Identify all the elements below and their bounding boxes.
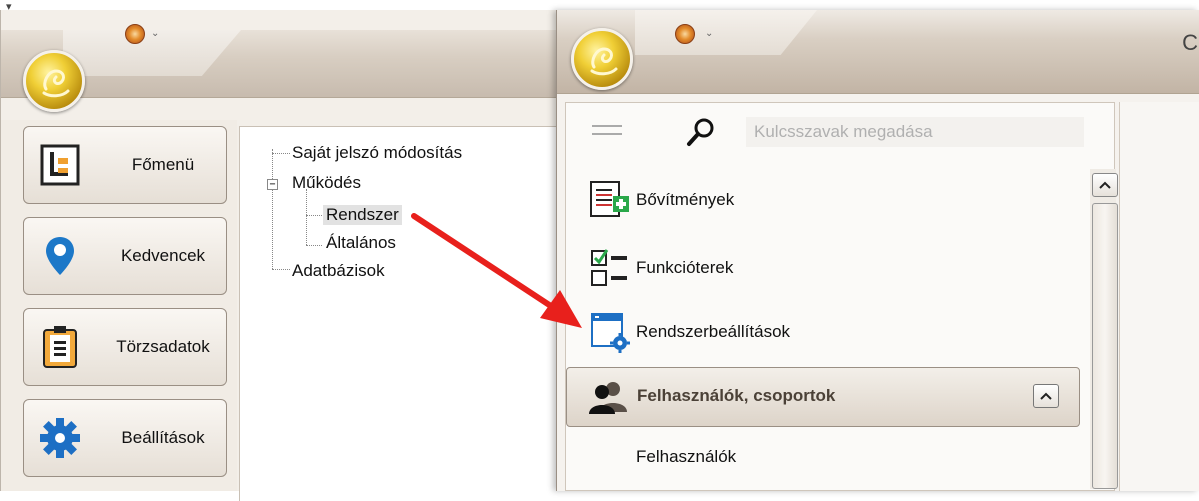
collapse-group-button[interactable] xyxy=(1033,384,1059,408)
ribbon-titlebar: ⌄ C xyxy=(557,10,1199,94)
scroll-up-button[interactable] xyxy=(1092,173,1118,197)
tree-item-adatbazisok[interactable]: Adatbázisok xyxy=(292,261,385,281)
menu-item-label: Bővítmények xyxy=(636,190,735,209)
nav-label: Főmenü xyxy=(131,155,195,174)
app-swirl-icon[interactable] xyxy=(675,24,695,44)
chevron-up-icon xyxy=(1099,181,1111,189)
menu-item-label: Funkcióterek xyxy=(636,258,734,277)
window-settings-icon xyxy=(586,308,634,356)
chevron-down-icon[interactable]: ⌄ xyxy=(705,28,713,39)
tree-collapse-toggle[interactable]: − xyxy=(267,179,278,190)
main-menu-icon xyxy=(36,141,84,189)
tree-guide xyxy=(272,153,290,154)
tree-guide xyxy=(306,189,307,245)
navigation-sidebar: Főmenü Kedvencek Törzsadatok Beállítások xyxy=(1,120,237,491)
menu-item-bovitmenyek[interactable]: Bővítmények xyxy=(586,175,734,225)
users-icon xyxy=(589,380,629,419)
nav-fomenu-button[interactable]: Főmenü xyxy=(23,126,227,204)
group-header-felhasznalok[interactable]: Felhasználók, csoportok xyxy=(566,367,1080,427)
main-window: ⌄ C Bővítmények Funkcióterek Rendszerb xyxy=(556,10,1199,491)
window-control-icon[interactable]: C xyxy=(1182,30,1198,56)
app-swirl-icon[interactable] xyxy=(125,24,145,44)
function-panel: Bővítmények Funkcióterek Rendszerbeállít… xyxy=(565,102,1118,491)
tree-guide xyxy=(272,269,290,270)
settings-window: ⌄ Főmenü Kedvencek Törzsadatok Beállítás… xyxy=(0,10,561,501)
search-icon[interactable] xyxy=(686,117,716,152)
ribbon-titlebar: ⌄ xyxy=(1,24,561,98)
nav-kedvencek-button[interactable]: Kedvencek xyxy=(23,217,227,295)
tree-guide xyxy=(306,245,322,246)
search-input[interactable] xyxy=(746,117,1084,147)
nav-torzsadatok-button[interactable]: Törzsadatok xyxy=(23,308,227,386)
tree-item-rendszer[interactable]: Rendszer xyxy=(323,205,402,225)
nav-label: Törzsadatok xyxy=(116,337,210,356)
scrollbar-thumb[interactable] xyxy=(1092,203,1118,489)
settings-tree: Saját jelszó módosítás − Működés Rendsze… xyxy=(239,126,561,501)
chevron-up-icon xyxy=(1040,392,1052,400)
submenu-item-felhasznalok[interactable]: Felhasználók xyxy=(636,447,736,467)
tree-item-jelszo[interactable]: Saját jelszó módosítás xyxy=(292,143,462,163)
extensions-icon xyxy=(586,176,634,224)
menu-item-label: Rendszerbeállítások xyxy=(636,322,791,341)
hamburger-menu-icon[interactable] xyxy=(592,125,622,141)
menu-item-rendszerbeallitasok[interactable]: Rendszerbeállítások xyxy=(586,307,790,357)
chevron-down-icon[interactable]: ⌄ xyxy=(151,28,159,39)
side-strip xyxy=(1119,102,1199,491)
menu-item-funkcioterek[interactable]: Funkcióterek xyxy=(586,243,733,293)
app-orb-button[interactable] xyxy=(571,28,633,90)
nav-label: Kedvencek xyxy=(120,246,206,265)
gear-icon xyxy=(36,414,84,462)
tree-item-altalanos[interactable]: Általános xyxy=(326,233,396,253)
checklist-icon xyxy=(586,244,634,292)
tree-guide xyxy=(272,149,273,269)
clipboard-icon xyxy=(36,323,84,371)
quick-access-tab xyxy=(635,10,817,55)
tree-guide xyxy=(306,215,322,216)
tree-item-mukodes[interactable]: Működés xyxy=(292,173,361,193)
app-orb-button[interactable] xyxy=(23,50,85,112)
nav-label: Beállítások xyxy=(121,428,205,447)
nav-beallitasok-button[interactable]: Beállítások xyxy=(23,399,227,477)
map-pin-icon xyxy=(36,232,84,280)
group-header-label: Felhasználók, csoportok xyxy=(637,386,836,405)
